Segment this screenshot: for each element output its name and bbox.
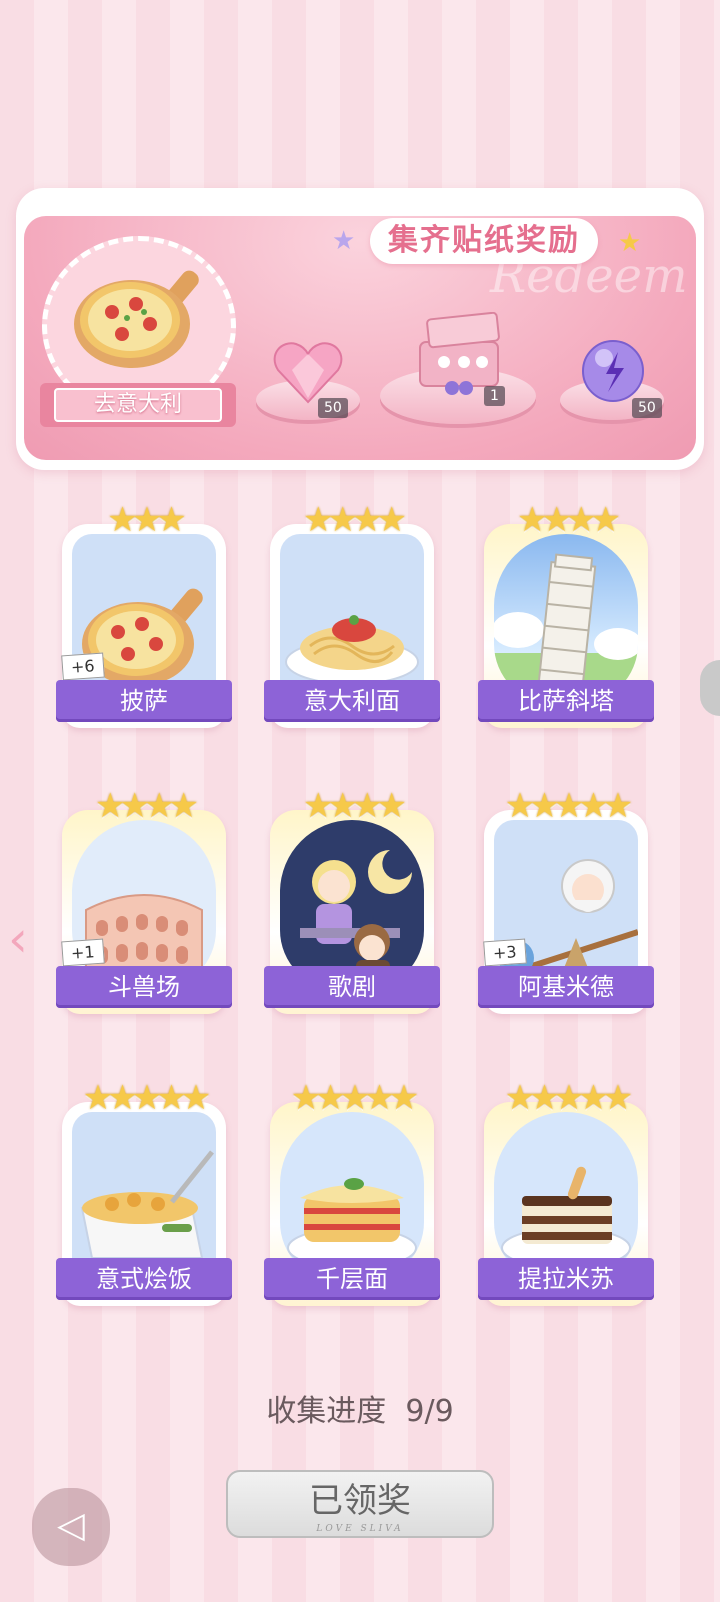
card-art — [72, 1112, 216, 1282]
sticker-card[interactable]: ★★★ +6 披萨 — [56, 500, 232, 728]
card-art — [280, 1112, 424, 1282]
card-label: 斗兽场 — [56, 966, 232, 1008]
pizza-icon — [82, 588, 203, 686]
claimed-button-label: 已领奖 — [309, 1481, 411, 1521]
duplicate-count-badge: +3 — [483, 938, 527, 967]
previous-page-arrow-icon[interactable]: ‹ — [8, 910, 28, 968]
star-rating: ★★★★★ — [504, 786, 633, 826]
pink-heart-gem-icon[interactable] — [272, 340, 344, 406]
sticker-card[interactable]: ★★★★ 比萨斜塔 — [478, 500, 654, 728]
claimed-button-subtitle: LOVE SLIVA — [316, 1524, 404, 1534]
card-art — [72, 820, 216, 990]
card-label: 意大利面 — [264, 680, 440, 722]
star-rating: ★★★★★ — [82, 1078, 211, 1118]
duplicate-count-badge: +6 — [61, 652, 105, 681]
sticker-card[interactable]: ★★★★ 歌剧 — [264, 786, 440, 1014]
theme-label-ribbon: 去意大利 — [40, 383, 236, 427]
leaning-tower-icon — [494, 553, 638, 692]
card-art — [494, 1112, 638, 1282]
star-decoration-icon: ★ — [332, 226, 356, 256]
card-label: 千层面 — [264, 1258, 440, 1300]
reward-count: 1 — [484, 386, 505, 406]
pizza-icon — [74, 270, 199, 368]
card-label: 意式烩饭 — [56, 1258, 232, 1300]
card-label: 披萨 — [56, 680, 232, 722]
progress-label: 收集进度 — [266, 1394, 387, 1429]
card-label: 阿基米德 — [478, 966, 654, 1008]
risotto-icon — [80, 1150, 214, 1259]
star-rating: ★★★★★ — [504, 1078, 633, 1118]
star-rating: ★★★★ — [517, 500, 621, 540]
star-rating: ★★★★ — [303, 500, 407, 540]
star-rating: ★★★★ — [95, 786, 199, 826]
purple-energy-orb-icon[interactable] — [580, 338, 646, 404]
side-drawer-tab[interactable] — [700, 660, 720, 716]
progress-value: 9/9 — [405, 1394, 454, 1429]
card-art — [72, 534, 216, 704]
star-rating: ★★★★ — [303, 786, 407, 826]
card-art — [280, 534, 424, 704]
sticker-card[interactable]: ★★★★★ +3 阿基米德 — [478, 786, 654, 1014]
sticker-card[interactable]: ★★★★ +1 斗兽场 — [56, 786, 232, 1014]
sticker-card[interactable]: ★★★★★ 千层面 — [264, 1078, 440, 1306]
sticker-card[interactable]: ★★★★★ 提拉米苏 — [478, 1078, 654, 1306]
colosseum-icon — [85, 894, 203, 971]
collection-progress: 收集进度 9/9 — [0, 1386, 720, 1430]
sticker-card[interactable]: ★★★★ 意大利面 — [264, 500, 440, 728]
sticker-card[interactable]: ★★★★★ 意式烩饭 — [56, 1078, 232, 1306]
archimedes-icon — [498, 859, 638, 976]
duplicate-count-badge: +1 — [61, 938, 105, 967]
claimed-button[interactable]: 已领奖 LOVE SLIVA — [226, 1470, 494, 1538]
reward-count: 50 — [318, 398, 348, 418]
card-art — [494, 534, 638, 704]
card-label: 比萨斜塔 — [478, 680, 654, 722]
star-rating: ★★★ — [107, 500, 186, 540]
card-label: 提拉米苏 — [478, 1258, 654, 1300]
back-arrow-icon[interactable]: ◁ — [32, 1488, 110, 1566]
star-decoration-icon: ★ — [618, 228, 642, 258]
card-label: 歌剧 — [264, 966, 440, 1008]
spaghetti-icon — [285, 615, 419, 685]
tiramisu-icon — [501, 1166, 631, 1269]
card-art — [280, 820, 424, 990]
lasagna-icon — [287, 1178, 417, 1269]
opera-icon — [300, 850, 412, 990]
reward-count: 50 — [632, 398, 662, 418]
card-art — [494, 820, 638, 990]
theme-label: 去意大利 — [54, 388, 222, 422]
star-rating: ★★★★★ — [290, 1078, 419, 1118]
banner-title: 集齐贴纸奖励 — [370, 218, 598, 264]
